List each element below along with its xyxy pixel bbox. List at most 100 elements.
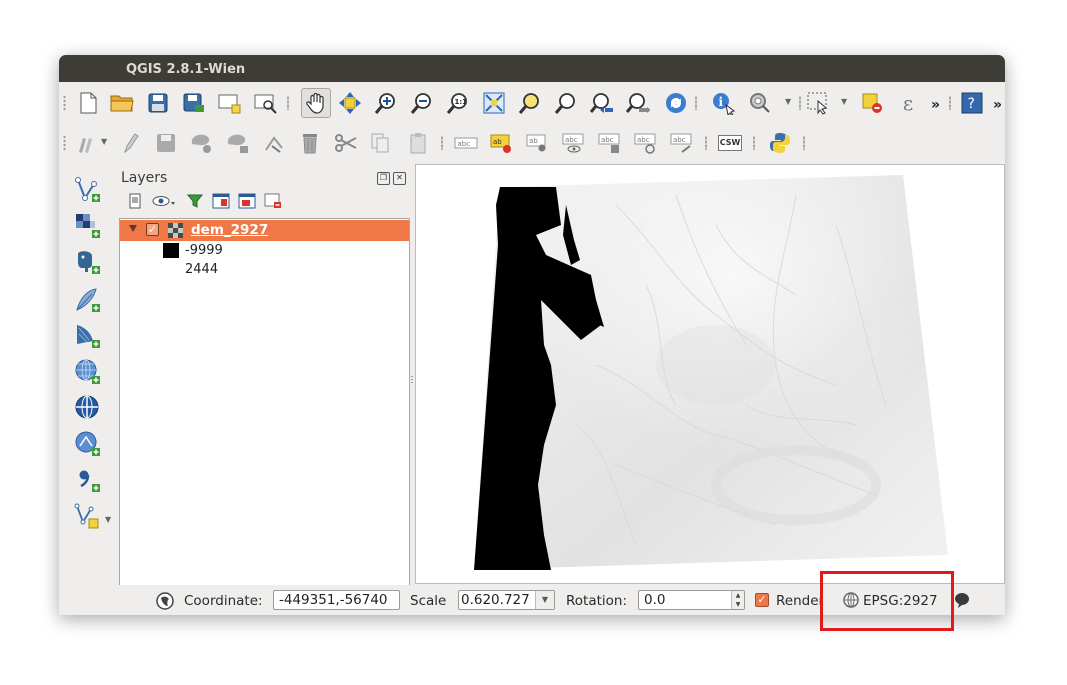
render-checkbox[interactable]: ✓: [755, 593, 769, 607]
deselect-button[interactable]: [859, 90, 885, 116]
expand-all-icon: [212, 193, 230, 209]
change-label-button[interactable]: abc: [669, 130, 695, 156]
rotate-label-button[interactable]: abc: [633, 130, 659, 156]
rotation-stepper-icon[interactable]: ▲ ▼: [731, 591, 744, 609]
refresh-button[interactable]: [663, 90, 689, 116]
add-wms-layer-button[interactable]: [73, 357, 103, 387]
layer-row-dem-2927[interactable]: ✓ dem_2927: [120, 220, 409, 241]
filter-by-expression-button[interactable]: [185, 191, 205, 211]
copy-features-button[interactable]: [367, 130, 393, 156]
add-vector-layer-button[interactable]: [73, 175, 103, 205]
measure-button[interactable]: [747, 90, 773, 116]
delete-selected-button[interactable]: [297, 130, 323, 156]
float-panel-button[interactable]: ❐: [377, 172, 390, 185]
move-label-button[interactable]: abc: [597, 130, 623, 156]
node-tool-button[interactable]: [261, 130, 287, 156]
trash-icon: [303, 134, 317, 154]
zoom-full-button[interactable]: [481, 90, 507, 116]
layer-name[interactable]: dem_2927: [191, 222, 268, 238]
add-mssql-layer-button[interactable]: [73, 321, 103, 351]
zoom-to-layer-button[interactable]: [553, 90, 579, 116]
toolbar-grip[interactable]: [63, 135, 66, 151]
show-hide-labels-button[interactable]: abc: [561, 130, 587, 156]
scale-combo[interactable]: 0.620.727 ▼: [458, 590, 555, 610]
pan-to-selection-button[interactable]: [337, 90, 363, 116]
composer-manager-button[interactable]: [253, 90, 279, 116]
layer-styling-button[interactable]: [125, 191, 145, 211]
help-icon: ?: [961, 92, 983, 114]
new-project-button[interactable]: [75, 90, 101, 116]
pan-map-button[interactable]: [301, 88, 331, 118]
add-wfs-layer-button[interactable]: [73, 429, 103, 459]
zoom-out-icon: [410, 93, 431, 114]
rotation-spinbox[interactable]: 0.0 ▲ ▼: [638, 590, 745, 610]
map-canvas[interactable]: [415, 164, 1005, 584]
coordinate-toggle-icon[interactable]: [155, 591, 175, 611]
pan-map-icon: [306, 92, 324, 114]
coordinate-input[interactable]: -449351,-56740: [273, 590, 400, 610]
toolbar-grip[interactable]: [63, 95, 66, 111]
help-button[interactable]: ?: [959, 90, 985, 116]
dropdown-arrow[interactable]: ▼: [841, 97, 847, 106]
expand-all-button[interactable]: [211, 191, 231, 211]
add-delimited-text-layer-button[interactable]: [73, 465, 103, 495]
label-toolbar-button-1[interactable]: abc: [453, 130, 479, 156]
toolbar-separator: [705, 136, 707, 150]
cut-features-button[interactable]: [333, 130, 359, 156]
dropdown-arrow[interactable]: ▼: [105, 515, 111, 524]
save-edits-button[interactable]: [153, 130, 179, 156]
csw-button[interactable]: CSW: [717, 130, 743, 156]
toolbar-overflow[interactable]: »: [931, 97, 940, 113]
zoom-last-button[interactable]: [589, 90, 615, 116]
add-wcs-layer-button[interactable]: [73, 393, 103, 423]
add-postgis-layer-button[interactable]: [73, 247, 103, 277]
add-raster-layer-button[interactable]: [73, 211, 103, 241]
new-shapefile-layer-button[interactable]: [73, 501, 103, 531]
new-print-composer-button[interactable]: [217, 90, 243, 116]
add-feature-button[interactable]: [189, 130, 215, 156]
pin-labels-icon: ab: [526, 134, 546, 152]
toggle-editing-button[interactable]: [117, 130, 143, 156]
save-project-button[interactable]: [145, 90, 171, 116]
add-raster-icon: [76, 214, 100, 238]
expression-select-button[interactable]: ε: [895, 90, 921, 116]
zoom-out-button[interactable]: [409, 90, 435, 116]
layer-tree[interactable]: ✓ dem_2927 -9999 2444: [119, 218, 410, 586]
title-bar: QGIS 2.8.1-Wien: [59, 55, 1005, 82]
zoom-native-icon: 1:1: [446, 93, 467, 114]
messages-icon[interactable]: [953, 592, 971, 609]
close-panel-button[interactable]: ✕: [393, 172, 406, 185]
zoom-to-selection-button[interactable]: [517, 90, 543, 116]
dropdown-arrow[interactable]: ▼: [785, 97, 791, 106]
open-project-button[interactable]: [109, 90, 135, 116]
raster-layer-icon: [168, 223, 183, 238]
current-edits-button[interactable]: [75, 130, 101, 156]
zoom-in-button[interactable]: [373, 90, 399, 116]
identify-button[interactable]: i: [711, 90, 737, 116]
move-feature-button[interactable]: [225, 130, 251, 156]
toolbar-overflow-2[interactable]: »: [993, 97, 1002, 113]
window-title: QGIS 2.8.1-Wien: [126, 62, 246, 77]
layer-labeling-button[interactable]: ab: [489, 130, 515, 156]
add-spatialite-layer-button[interactable]: [73, 285, 103, 315]
expand-arrow-icon[interactable]: [129, 225, 137, 232]
zoom-next-button[interactable]: [625, 90, 651, 116]
postgis-elephant-icon: [78, 251, 100, 274]
save-as-button[interactable]: [181, 90, 207, 116]
panel-splitter[interactable]: [410, 375, 414, 385]
scale-value: 0.620.727: [461, 592, 530, 608]
python-console-button[interactable]: [767, 130, 793, 156]
remove-layer-button[interactable]: [263, 191, 283, 211]
collapse-all-button[interactable]: [237, 191, 257, 211]
layer-visibility-checkbox[interactable]: ✓: [146, 223, 159, 236]
paste-features-button[interactable]: [405, 130, 431, 156]
svg-text:ab: ab: [493, 138, 502, 146]
filter-legend-button[interactable]: [151, 191, 177, 211]
pin-labels-button[interactable]: ab: [525, 130, 551, 156]
select-button[interactable]: [805, 90, 831, 116]
zoom-native-button[interactable]: 1:1: [445, 90, 471, 116]
pencil-group-icon: [79, 138, 92, 153]
scale-dropdown-icon[interactable]: ▼: [535, 591, 554, 609]
dropdown-arrow[interactable]: ▼: [101, 137, 107, 146]
toolbar-separator: [695, 96, 697, 110]
